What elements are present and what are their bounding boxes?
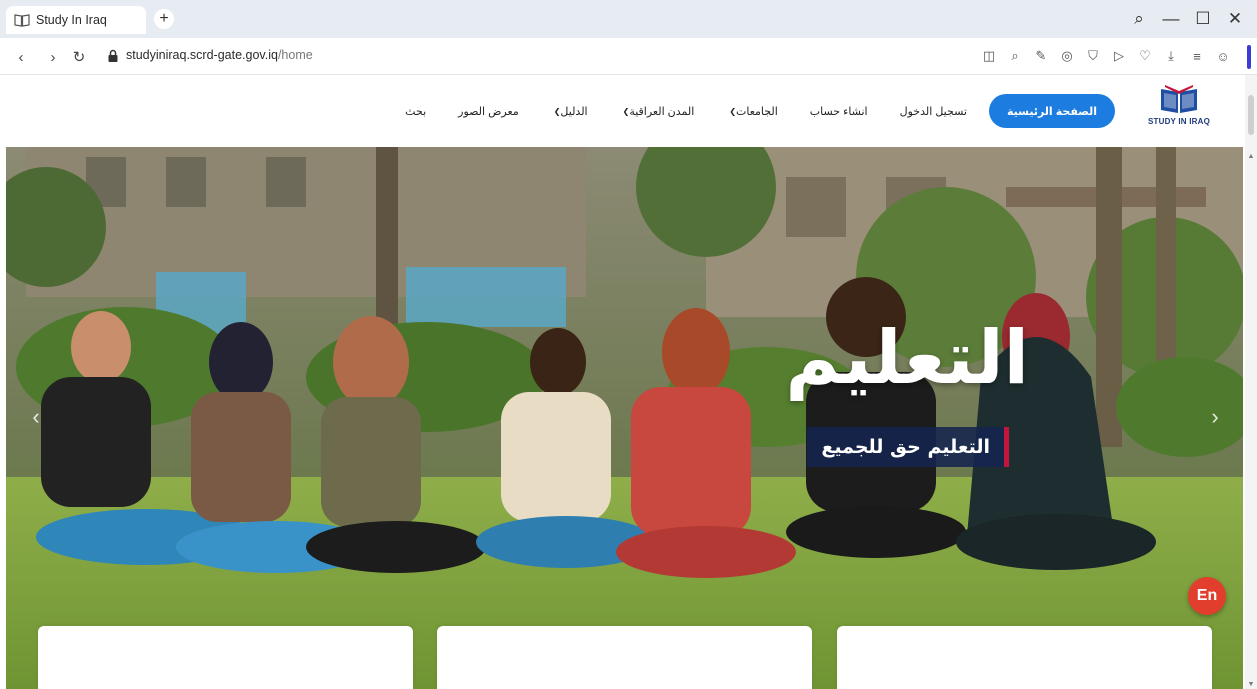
- reader-mode-icon[interactable]: ◫: [979, 46, 999, 66]
- nav-search-label: بحث: [405, 105, 427, 118]
- chevron-down-icon: ❯: [729, 106, 737, 116]
- heart-icon[interactable]: ♡: [1135, 46, 1155, 66]
- download-icon[interactable]: ⤓: [1161, 46, 1181, 66]
- language-toggle-button[interactable]: En: [1188, 577, 1226, 615]
- nav-login[interactable]: تسجيل الدخول: [884, 94, 983, 128]
- nav-login-label: تسجيل الدخول: [899, 105, 967, 118]
- book-icon: [14, 12, 30, 28]
- slider-prev-icon[interactable]: ‹: [26, 404, 46, 429]
- slider-next-icon[interactable]: ›: [1205, 404, 1225, 429]
- nav-gallery-label: معرض الصور: [458, 105, 519, 118]
- minimize-icon[interactable]: —: [1157, 6, 1185, 32]
- site-logo[interactable]: STUDY IN IRAQ: [1140, 83, 1218, 139]
- url-path: /home: [277, 48, 313, 62]
- back-icon[interactable]: ‹: [10, 46, 32, 68]
- page-scrollbar[interactable]: ▲ ▼: [1245, 75, 1257, 689]
- browser-tab-bar: Study In Iraq + ⌕ — ☐ ✕: [0, 0, 1257, 38]
- address-bar: ‹ › ↻ studyiniraq.scrd-gate.gov.iq/home …: [0, 38, 1257, 75]
- browser-toolbar: ◫ ⌕ ✎ ◎ ⛉ ▷ ♡ ⤓ ≡ ☺: [979, 46, 1233, 66]
- scroll-down-icon[interactable]: ▼: [1247, 680, 1255, 688]
- nav-guide-label: الدليل: [560, 105, 588, 118]
- nav-cities-label: المدن العراقية: [629, 105, 695, 118]
- main-nav: الصفحة الرئيسية تسجيل الدخول انشاء حساب …: [389, 94, 1115, 128]
- shield-icon[interactable]: ⛉: [1083, 46, 1103, 66]
- hero-photo: [6, 147, 1243, 689]
- url-host: studyiniraq.scrd-gate.gov.iq: [126, 48, 278, 62]
- window-controls: ⌕ — ☐ ✕: [1125, 6, 1249, 32]
- search-tabs-icon[interactable]: ⌕: [1125, 6, 1153, 32]
- nav-guide[interactable]: الدليل ❯: [535, 94, 604, 128]
- profile-icon[interactable]: ☺: [1213, 46, 1233, 66]
- nav-gallery[interactable]: معرض الصور: [442, 94, 535, 128]
- new-tab-button[interactable]: +: [154, 9, 174, 29]
- info-card[interactable]: [437, 626, 812, 689]
- scrollbar-thumb[interactable]: [1248, 95, 1254, 135]
- nav-search[interactable]: بحث: [389, 94, 442, 128]
- url-field[interactable]: studyiniraq.scrd-gate.gov.iq/home: [126, 48, 313, 62]
- book-logo-icon: [1161, 85, 1197, 113]
- info-card[interactable]: [38, 626, 413, 689]
- search-icon[interactable]: ⌕: [1005, 46, 1025, 66]
- edit-icon[interactable]: ✎: [1031, 46, 1051, 66]
- play-icon[interactable]: ▷: [1109, 46, 1129, 66]
- nav-cities[interactable]: المدن العراقية ❯: [604, 94, 711, 128]
- camera-icon[interactable]: ◎: [1057, 46, 1077, 66]
- info-card[interactable]: [837, 626, 1212, 689]
- menu-icon[interactable]: ≡: [1187, 46, 1207, 66]
- chevron-down-icon: ❯: [553, 106, 561, 116]
- logo-text: STUDY IN IRAQ: [1147, 117, 1210, 126]
- chevron-down-icon: ❯: [622, 106, 630, 116]
- nav-universities[interactable]: الجامعات ❯: [710, 94, 793, 128]
- maximize-icon[interactable]: ☐: [1189, 6, 1217, 32]
- lock-icon[interactable]: [106, 49, 120, 63]
- hero-slider: التعليم التعليم حق للجميع ‹ › En: [6, 147, 1243, 689]
- reload-icon[interactable]: ↻: [68, 46, 90, 68]
- forward-icon[interactable]: ›: [42, 46, 64, 68]
- sidebar-accent: [1247, 45, 1251, 69]
- close-icon[interactable]: ✕: [1221, 6, 1249, 32]
- nav-home[interactable]: الصفحة الرئيسية: [988, 94, 1115, 128]
- tab-title: Study In Iraq: [36, 13, 107, 27]
- nav-register[interactable]: انشاء حساب: [794, 94, 884, 128]
- nav-universities-label: الجامعات: [736, 105, 778, 118]
- scroll-up-icon[interactable]: ▲: [1247, 152, 1255, 160]
- site-header: STUDY IN IRAQ الصفحة الرئيسية تسجيل الدخ…: [0, 75, 1245, 147]
- nav-home-label: الصفحة الرئيسية: [1006, 105, 1097, 118]
- nav-register-label: انشاء حساب: [809, 105, 868, 118]
- hero-subtitle: التعليم حق للجميع: [807, 427, 1009, 467]
- hero-title: التعليم: [785, 315, 1030, 401]
- browser-tab[interactable]: Study In Iraq: [6, 6, 146, 34]
